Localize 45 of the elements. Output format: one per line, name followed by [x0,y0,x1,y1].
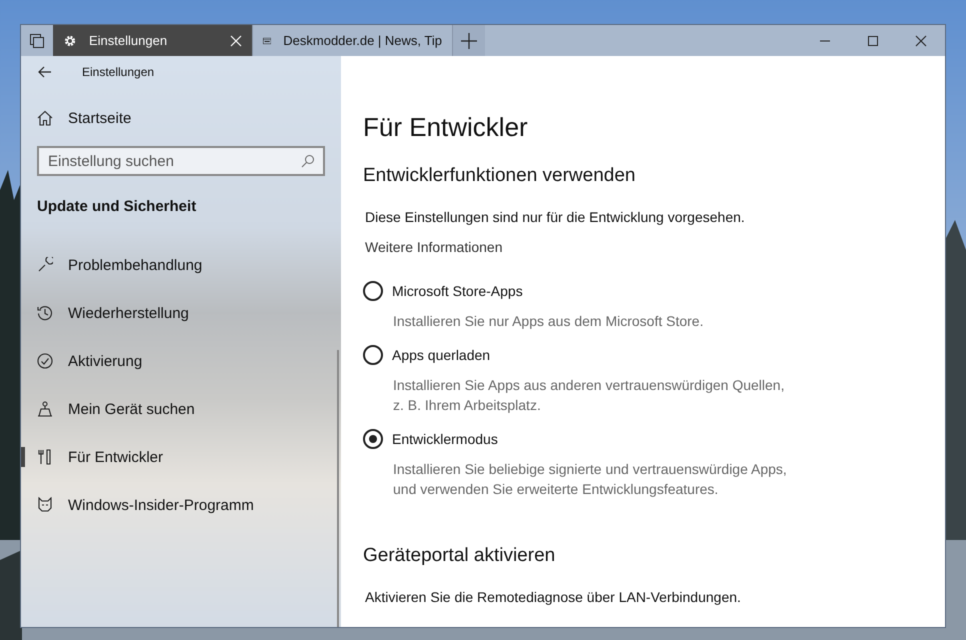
option-description: Installieren Sie beliebige signierte und vertrauenswürdige Apps, und verwenden Sie erweiterte Entwicklungsfeatures. [393,460,788,499]
new-tab-button[interactable] [453,25,485,56]
option-description: Installieren Sie Apps aus anderen vertrauenswürdigen Quellen, z. B. Ihrem Arbeitsplatz. [393,376,786,415]
section-heading: Geräteportal aktivieren [363,545,556,567]
browser-tab[interactable]: Einstellungen [53,25,253,56]
description-text: Aktivieren Sie die Remotediagnose über LAN-Verbindungen. [365,589,742,605]
section-heading: Entwicklerfunktionen verwenden [363,165,636,187]
scrollbar[interactable] [337,350,339,627]
tab-title: Deskmodder.de | News, Tip [283,33,442,48]
plus-icon [461,32,477,48]
section-title: Update und Sicherheit [37,198,198,215]
radio-option[interactable]: Apps querladen [363,345,490,365]
radio-button[interactable] [363,345,383,365]
search-field[interactable]: Einstellung suchen [37,146,325,176]
history-icon [37,305,53,321]
description-text: Diese Einstellungen sind nur für die Entwicklung vorgesehen. [365,209,746,225]
sidebar-item[interactable]: Für Entwickler [21,433,325,481]
option-description: Installieren Sie nur Apps aus dem Microsoft Store. [393,312,704,331]
radio-option[interactable]: Microsoft Store-Apps [363,281,523,301]
checkmark-circle-icon [37,353,53,369]
radio-option[interactable]: Entwicklermodus [363,429,498,449]
home-icon [37,110,53,126]
maximize-icon [867,34,879,46]
radio-button[interactable] [363,281,383,301]
close-tab-icon[interactable] [230,34,242,46]
tabs-icon [29,32,45,48]
radio-button[interactable] [363,429,383,449]
gear-icon [63,34,77,48]
sidebar-item[interactable]: Aktivierung [21,337,325,385]
sidebar-item[interactable]: Mein Gerät suchen [21,385,325,433]
tools-icon [37,449,53,465]
tab-title: Einstellungen [89,33,168,48]
cat-icon [37,497,53,513]
app-title: Einstellungen [82,65,154,79]
sidebar-item[interactable]: Windows-Insider-Programm [21,481,325,529]
search-icon [301,154,315,168]
home-nav-item[interactable]: Startseite [37,94,325,142]
sidebar-item[interactable]: Problembehandlung [21,241,325,289]
back-arrow-icon[interactable] [38,66,52,78]
more-info-link[interactable]: Weitere Informationen [365,239,502,255]
page-title: Für Entwickler [363,112,529,143]
close-icon [915,34,927,46]
wrench-icon [37,257,53,273]
sidebar-item[interactable]: Wiederherstellung [21,289,325,337]
person-pin-icon [37,401,53,417]
